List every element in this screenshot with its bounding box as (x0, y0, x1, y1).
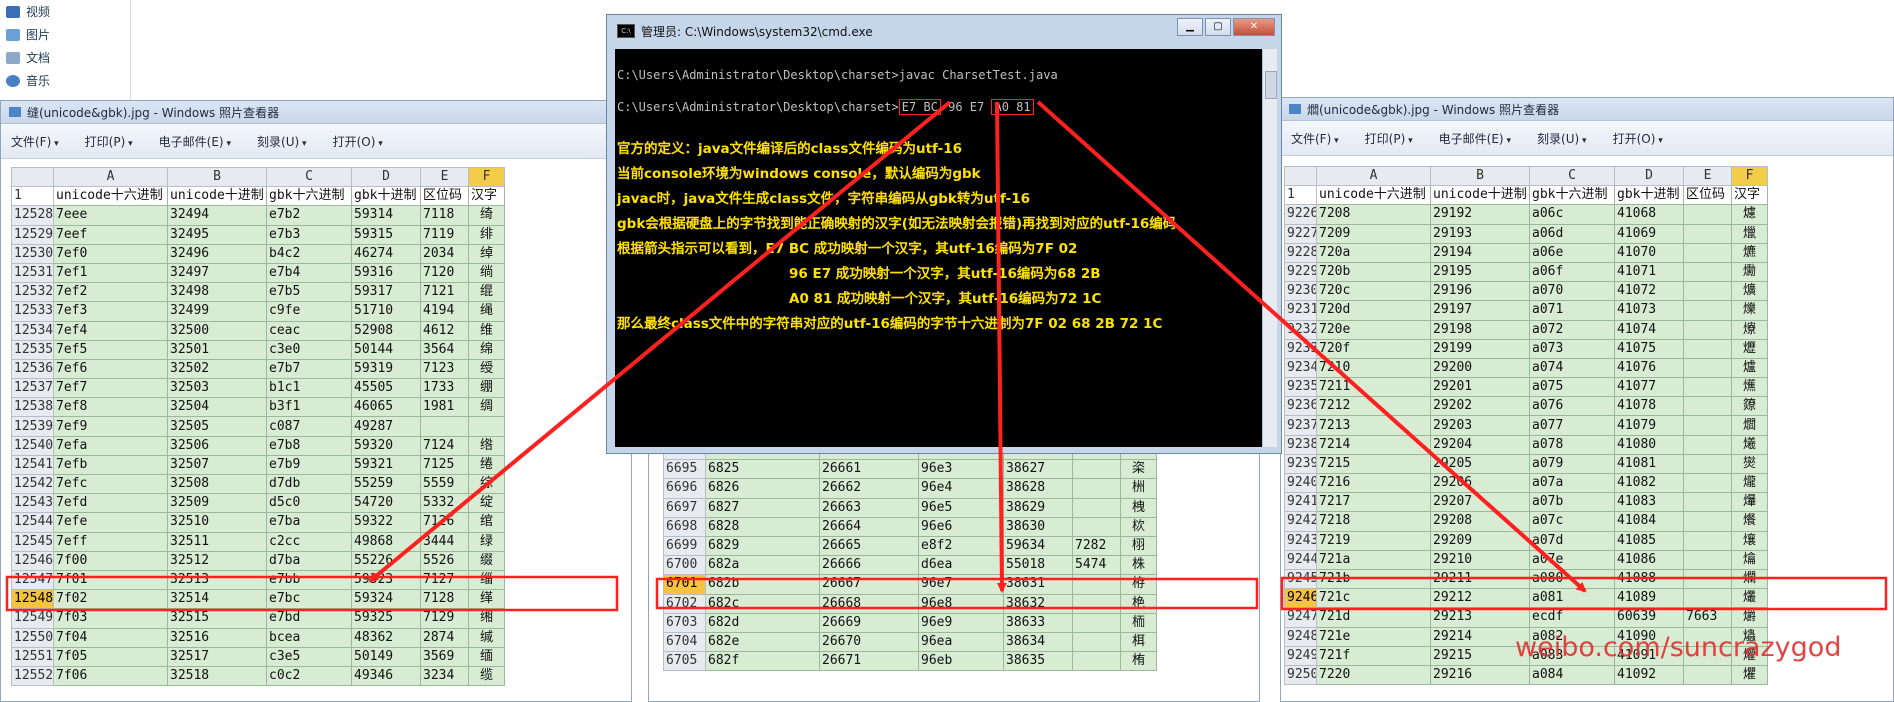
watermark: weibo.com/suncrazygod (1515, 632, 1842, 663)
highlight-row-box (5, 575, 619, 612)
highlight-row-box (1280, 576, 1888, 611)
arrow-e7bc (368, 100, 952, 583)
arrow-a081 (1036, 100, 1587, 593)
arrow-96e7 (995, 101, 1007, 593)
highlight-row-box (655, 577, 1259, 610)
annotation-overlay (5, 100, 1888, 612)
